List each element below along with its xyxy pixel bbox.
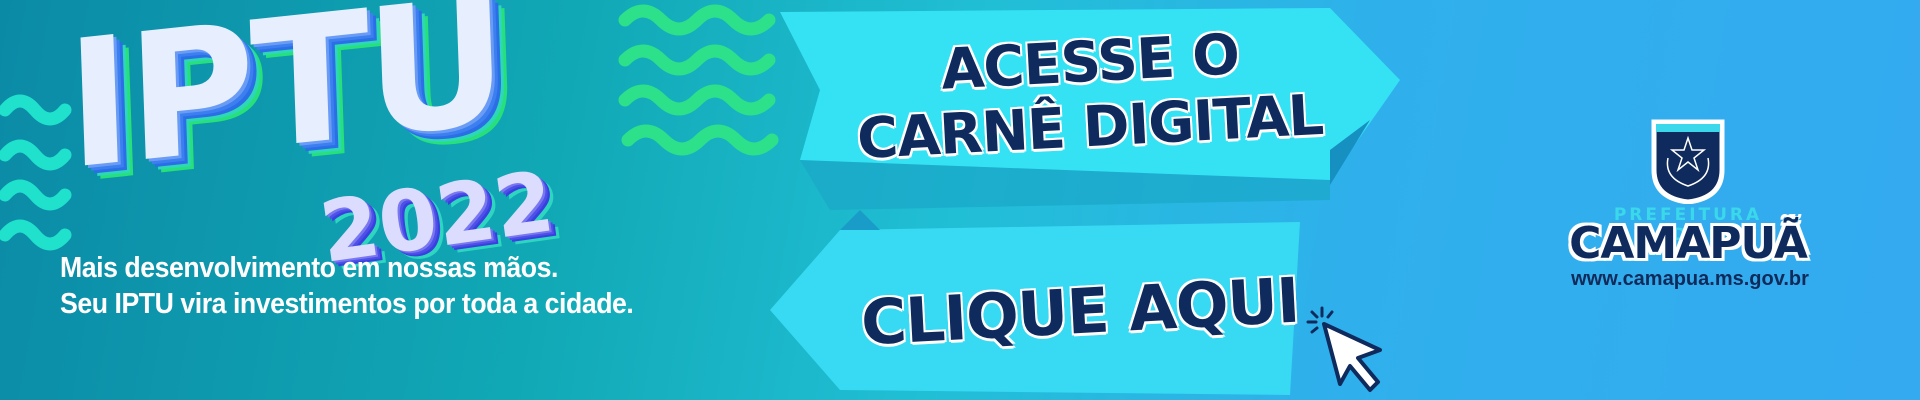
coat-of-arms-icon	[1651, 119, 1725, 204]
website-url[interactable]: www.camapua.ms.gov.br	[1565, 268, 1815, 291]
logo-name: CAMAPUÃ	[1569, 218, 1808, 269]
pointer-click-icon	[1306, 306, 1382, 392]
